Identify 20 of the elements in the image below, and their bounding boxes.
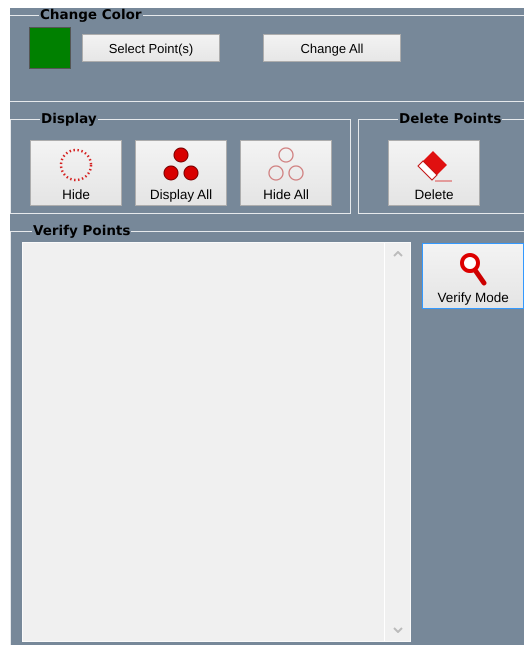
hide-button[interactable]: Hide <box>30 140 122 206</box>
group-title: Display <box>40 112 98 126</box>
color-swatch[interactable] <box>29 27 71 69</box>
three-rings-icon <box>266 147 306 183</box>
three-dots-icon <box>161 147 201 183</box>
verify-mode-button[interactable]: Verify Mode <box>422 243 524 309</box>
display-all-button[interactable]: Display All <box>135 140 227 206</box>
change-all-button[interactable]: Change All <box>263 34 401 62</box>
chevron-down-icon[interactable] <box>392 627 403 633</box>
eraser-icon <box>415 149 453 183</box>
magnifier-icon <box>458 252 488 286</box>
dotted-circle-icon <box>58 147 94 183</box>
points-list[interactable] <box>22 242 412 642</box>
group-title: Delete Points <box>398 112 502 126</box>
group-title: Verify Points <box>32 224 132 238</box>
group-title: Change Color <box>39 8 143 22</box>
delete-button[interactable]: Delete <box>388 140 480 206</box>
chevron-up-icon[interactable] <box>392 251 403 257</box>
hide-all-button[interactable]: Hide All <box>240 140 332 206</box>
select-points-button[interactable]: Select Point(s) <box>82 34 220 62</box>
